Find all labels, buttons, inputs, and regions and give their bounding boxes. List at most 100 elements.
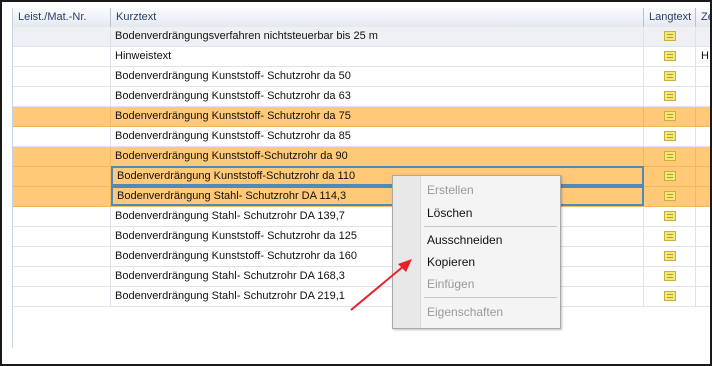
cell-nr[interactable] (13, 187, 111, 206)
note-icon[interactable] (663, 131, 676, 141)
note-icon[interactable] (663, 191, 676, 201)
note-icon[interactable] (663, 171, 676, 181)
note-icon[interactable] (663, 151, 676, 161)
cell-langtext[interactable] (644, 247, 696, 266)
menu-item-kopieren[interactable]: Kopieren (427, 253, 475, 271)
column-header-kurztext[interactable]: Kurztext (111, 8, 644, 27)
column-header-langtext[interactable]: Langtext (644, 8, 696, 27)
cell-langtext[interactable] (644, 267, 696, 286)
table-row[interactable]: Bodenverdrängung Stahl- Schutzrohr DA 21… (13, 287, 710, 307)
table-row[interactable]: Bodenverdrängung Kunststoff- Schutzrohr … (13, 127, 710, 147)
table-row[interactable]: Bodenverdrängung Kunststoff- Schutzrohr … (13, 247, 710, 267)
menu-item-eigenschaften[interactable]: Eigenschaften (427, 303, 503, 321)
screenshot-frame: Leist./Mat.-Nr. Kurztext Langtext Ze Bod… (0, 0, 712, 366)
table-row[interactable]: Bodenverdrängung Kunststoff-Schutzrohr d… (13, 166, 710, 187)
note-icon[interactable] (663, 71, 676, 81)
table-row[interactable]: Bodenverdrängung Kunststoff- Schutzrohr … (13, 107, 710, 127)
note-icon[interactable] (663, 231, 676, 241)
cell-ze[interactable] (696, 107, 710, 126)
table-row[interactable]: Bodenverdrängung Stahl- Schutzrohr DA 11… (13, 186, 710, 207)
menu-item-loeschen[interactable]: Löschen (427, 204, 472, 222)
note-icon[interactable] (663, 211, 676, 221)
cell-langtext[interactable] (644, 147, 696, 166)
cell-langtext[interactable] (644, 87, 696, 106)
cell-kurztext[interactable]: Bodenverdrängung Kunststoff- Schutzrohr … (111, 247, 644, 266)
cell-nr[interactable] (13, 107, 111, 126)
cell-nr[interactable] (13, 207, 111, 226)
cell-langtext[interactable] (644, 287, 696, 306)
cell-langtext[interactable] (644, 207, 696, 226)
table-row[interactable]: Bodenverdrängung Kunststoff- Schutzrohr … (13, 67, 710, 87)
cell-langtext[interactable] (644, 27, 696, 46)
cell-langtext[interactable] (644, 127, 696, 146)
note-icon[interactable] (663, 111, 676, 121)
cell-nr[interactable] (13, 27, 111, 46)
table-row[interactable]: Bodenverdrängung Kunststoff-Schutzrohr d… (13, 147, 710, 167)
note-icon[interactable] (663, 291, 676, 301)
cell-langtext[interactable] (644, 187, 696, 206)
cell-langtext[interactable] (644, 47, 696, 66)
cell-kurztext[interactable]: Bodenverdrängung Stahl- Schutzrohr DA 11… (111, 186, 644, 206)
cell-langtext[interactable] (644, 107, 696, 126)
cell-langtext[interactable] (644, 67, 696, 86)
cell-langtext[interactable] (644, 227, 696, 246)
cell-nr[interactable] (13, 127, 111, 146)
cell-ze[interactable]: H (696, 47, 710, 66)
cell-nr[interactable] (13, 227, 111, 246)
table-row[interactable]: Bodenverdrängung Stahl- Schutzrohr DA 16… (13, 267, 710, 287)
cell-kurztext[interactable]: Bodenverdrängung Stahl- Schutzrohr DA 21… (111, 287, 644, 306)
cell-kurztext[interactable]: Hinweistext (111, 47, 644, 66)
table-row[interactable]: Bodenverdrängung Stahl- Schutzrohr DA 13… (13, 207, 710, 227)
note-icon[interactable] (663, 91, 676, 101)
cell-kurztext[interactable]: Bodenverdrängung Kunststoff- Schutzrohr … (111, 127, 644, 146)
menu-item-erstellen[interactable]: Erstellen (427, 181, 474, 199)
cell-kurztext[interactable]: Bodenverdrängung Stahl- Schutzrohr DA 16… (111, 267, 644, 286)
table-row[interactable]: Hinweistext H (13, 47, 710, 67)
table-row[interactable]: Bodenverdrängungsverfahren nichtsteuerba… (13, 27, 710, 47)
note-icon[interactable] (663, 251, 676, 261)
cell-kurztext[interactable]: Bodenverdrängung Kunststoff- Schutzrohr … (111, 67, 644, 86)
cell-ze[interactable] (696, 227, 710, 246)
cell-nr[interactable] (13, 287, 111, 306)
note-icon[interactable] (663, 51, 676, 61)
cell-ze[interactable] (696, 247, 710, 266)
cell-ze[interactable] (696, 207, 710, 226)
cell-ze[interactable] (696, 267, 710, 286)
cell-kurztext[interactable]: Bodenverdrängung Kunststoff-Schutzrohr d… (111, 147, 644, 166)
context-menu-icon-gutter (393, 176, 421, 328)
cell-nr[interactable] (13, 87, 111, 106)
cell-kurztext[interactable]: Bodenverdrängung Kunststoff- Schutzrohr … (111, 107, 644, 126)
note-icon[interactable] (663, 31, 676, 41)
cell-ze[interactable] (696, 187, 710, 206)
cell-nr[interactable] (13, 167, 111, 186)
context-menu: Erstellen Löschen Ausschneiden Kopieren … (392, 175, 561, 329)
cell-kurztext[interactable]: Bodenverdrängungsverfahren nichtsteuerba… (111, 27, 644, 46)
note-icon[interactable] (663, 271, 676, 281)
menu-separator (424, 297, 557, 298)
cell-nr[interactable] (13, 67, 111, 86)
cell-ze[interactable] (696, 87, 710, 106)
cell-nr[interactable] (13, 147, 111, 166)
cell-ze[interactable] (696, 127, 710, 146)
cell-nr[interactable] (13, 247, 111, 266)
table-row[interactable]: Bodenverdrängung Kunststoff- Schutzrohr … (13, 227, 710, 247)
cell-ze[interactable] (696, 287, 710, 306)
cell-kurztext[interactable]: Bodenverdrängung Stahl- Schutzrohr DA 13… (111, 207, 644, 226)
cell-langtext[interactable] (644, 167, 696, 186)
column-header-nr[interactable]: Leist./Mat.-Nr. (13, 8, 111, 27)
grid-header: Leist./Mat.-Nr. Kurztext Langtext Ze (13, 8, 710, 28)
menu-item-einfuegen[interactable]: Einfügen (427, 275, 474, 293)
cell-nr[interactable] (13, 267, 111, 286)
cell-kurztext[interactable]: Bodenverdrängung Kunststoff- Schutzrohr … (111, 227, 644, 246)
cell-nr[interactable] (13, 47, 111, 66)
menu-separator (424, 226, 557, 227)
menu-item-ausschneiden[interactable]: Ausschneiden (427, 231, 502, 249)
cell-kurztext[interactable]: Bodenverdrängung Kunststoff- Schutzrohr … (111, 87, 644, 106)
cell-ze[interactable] (696, 67, 710, 86)
table-row[interactable]: Bodenverdrängung Kunststoff- Schutzrohr … (13, 87, 710, 107)
cell-ze[interactable] (696, 167, 710, 186)
cell-kurztext[interactable]: Bodenverdrängung Kunststoff-Schutzrohr d… (111, 166, 644, 186)
column-header-ze[interactable]: Ze (696, 8, 710, 27)
cell-ze[interactable] (696, 147, 710, 166)
cell-ze[interactable] (696, 27, 710, 46)
